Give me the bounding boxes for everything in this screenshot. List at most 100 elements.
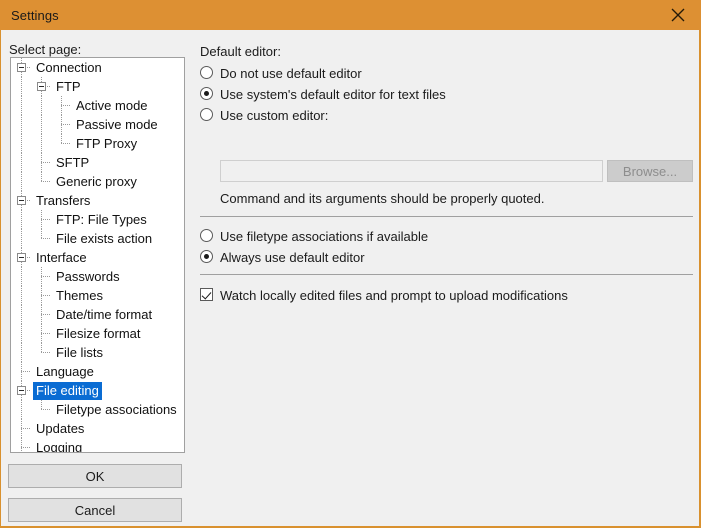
tree-item-file-lists[interactable]: File lists: [11, 343, 184, 362]
tree-expander-collapse-icon[interactable]: [17, 63, 26, 72]
tree-guide-line: [61, 124, 71, 125]
tree-guide-line: [21, 134, 22, 153]
tree-expander-collapse-icon[interactable]: [17, 386, 26, 395]
command-quoting-hint: Command and its arguments should be prop…: [220, 191, 545, 206]
tree-guide-line: [61, 143, 71, 144]
window-title: Settings: [11, 7, 59, 23]
default-editor-radio-group[interactable]: Do not use default editor Use system's de…: [200, 64, 680, 127]
filetype-association-option-1[interactable]: Always use default editor: [200, 248, 680, 269]
tree-guide-line: [21, 172, 22, 191]
tree-guide-line: [41, 115, 42, 134]
tree-item-passwords[interactable]: Passwords: [11, 267, 184, 286]
custom-editor-path-input[interactable]: [220, 160, 603, 182]
tree-item-label: Passwords: [56, 268, 120, 284]
tree-item-label: Date/time format: [56, 306, 153, 322]
default-editor-option-0[interactable]: Do not use default editor: [200, 64, 680, 85]
watch-local-files-label: Watch locally edited files and prompt to…: [220, 288, 568, 303]
default-editor-label-2: Use custom editor:: [220, 108, 329, 123]
default-editor-label-0: Do not use default editor: [220, 66, 362, 81]
tree-item-label: File lists: [56, 344, 103, 360]
tree-guide-line: [41, 295, 51, 296]
tree-guide-line: [21, 400, 22, 419]
tree-item-ftp-file-types[interactable]: FTP: File Types: [11, 210, 184, 229]
tree-guide-line: [41, 352, 51, 353]
tree-guide-line: [21, 324, 22, 343]
tree-expander-collapse-icon[interactable]: [17, 196, 26, 205]
tree-guide-line: [41, 276, 51, 277]
tree-item-label: Logging: [36, 439, 83, 453]
tree-item-label: Generic proxy: [56, 173, 137, 189]
default-editor-option-1[interactable]: Use system's default editor for text fil…: [200, 85, 680, 106]
tree-item-file-exists-action[interactable]: File exists action: [11, 229, 184, 248]
watch-local-files-checkbox-row[interactable]: Watch locally edited files and prompt to…: [200, 286, 568, 307]
tree-guide-line: [61, 105, 71, 106]
tree-guide-line: [41, 333, 51, 334]
tree-guide-line: [21, 428, 31, 429]
tree-guide-line: [41, 134, 42, 153]
tree-item-label: Filesize format: [56, 325, 141, 341]
tree-guide-line: [21, 210, 22, 229]
tree-item-connection[interactable]: Connection: [11, 58, 184, 77]
filetype-association-label-1: Always use default editor: [220, 250, 365, 265]
tree-expander-collapse-icon[interactable]: [17, 253, 26, 262]
tree-item-label: Filetype associations: [56, 401, 177, 417]
settings-tree[interactable]: Connection FTP Active mode Passive mode FTP …: [10, 57, 185, 453]
tree-expander-collapse-icon[interactable]: [37, 82, 46, 91]
separator-2: [200, 274, 693, 275]
close-icon: [671, 8, 685, 22]
tree-item-transfers[interactable]: Transfers: [11, 191, 184, 210]
filetype-association-label-0: Use filetype associations if available: [220, 229, 429, 244]
tree-item-ftp-proxy[interactable]: FTP Proxy: [11, 134, 184, 153]
tree-item-filesize-format[interactable]: Filesize format: [11, 324, 184, 343]
tree-guide-line: [21, 267, 22, 286]
tree-item-filetype-associations[interactable]: Filetype associations: [11, 400, 184, 419]
tree-guide-line: [21, 96, 22, 115]
tree-item-updates[interactable]: Updates: [11, 419, 184, 438]
cancel-button[interactable]: Cancel: [8, 498, 182, 522]
tree-item-themes[interactable]: Themes: [11, 286, 184, 305]
tree-item-label: Passive mode: [76, 116, 158, 132]
default-editor-radio-0[interactable]: [200, 66, 213, 79]
tree-guide-line: [41, 238, 51, 239]
tree-guide-line: [41, 219, 51, 220]
tree-guide-line: [21, 229, 22, 248]
ok-button[interactable]: OK: [8, 464, 182, 488]
tree-item-label: Language: [36, 363, 94, 379]
main-panel: Default editor: Do not use default edito…: [193, 38, 693, 518]
separator-1: [200, 216, 693, 217]
tree-item-label: Interface: [36, 249, 87, 265]
tree-item-label: FTP: [56, 78, 81, 94]
browse-button[interactable]: Browse...: [607, 160, 693, 182]
watch-local-files-checkbox[interactable]: [200, 288, 213, 301]
tree-item-label: Active mode: [76, 97, 148, 113]
tree-item-sftp[interactable]: SFTP: [11, 153, 184, 172]
default-editor-label-1: Use system's default editor for text fil…: [220, 87, 446, 102]
tree-guide-line: [21, 371, 31, 372]
tree-guide-line: [21, 305, 22, 324]
filetype-association-radio-group[interactable]: Use filetype associations if available Al…: [200, 227, 680, 269]
filetype-association-radio-0[interactable]: [200, 229, 213, 242]
tree-item-ftp[interactable]: FTP: [11, 77, 184, 96]
close-button[interactable]: [655, 0, 701, 30]
filetype-association-option-0[interactable]: Use filetype associations if available: [200, 227, 680, 248]
tree-item-label: Connection: [36, 59, 102, 75]
tree-item-generic-proxy[interactable]: Generic proxy: [11, 172, 184, 191]
tree-item-interface[interactable]: Interface: [11, 248, 184, 267]
tree-item-language[interactable]: Language: [11, 362, 184, 381]
default-editor-radio-1[interactable]: [200, 87, 213, 100]
tree-item-label: File editing: [33, 381, 102, 400]
tree-item-active-mode[interactable]: Active mode: [11, 96, 184, 115]
tree-guide-line: [21, 115, 22, 134]
tree-item-passive-mode[interactable]: Passive mode: [11, 115, 184, 134]
tree-guide-line: [21, 343, 22, 362]
tree-item-label: Updates: [36, 420, 85, 436]
default-editor-radio-2[interactable]: [200, 108, 213, 121]
tree-guide-line: [21, 438, 22, 452]
default-editor-option-2[interactable]: Use custom editor:: [200, 106, 680, 127]
tree-item-label: Transfers: [36, 192, 91, 208]
tree-item-file-editing[interactable]: File editing: [11, 381, 184, 400]
filetype-association-radio-1[interactable]: [200, 250, 213, 263]
tree-item-label: FTP: File Types: [56, 211, 147, 227]
tree-item-logging[interactable]: Logging: [11, 438, 184, 453]
tree-item-date-time-format[interactable]: Date/time format: [11, 305, 184, 324]
